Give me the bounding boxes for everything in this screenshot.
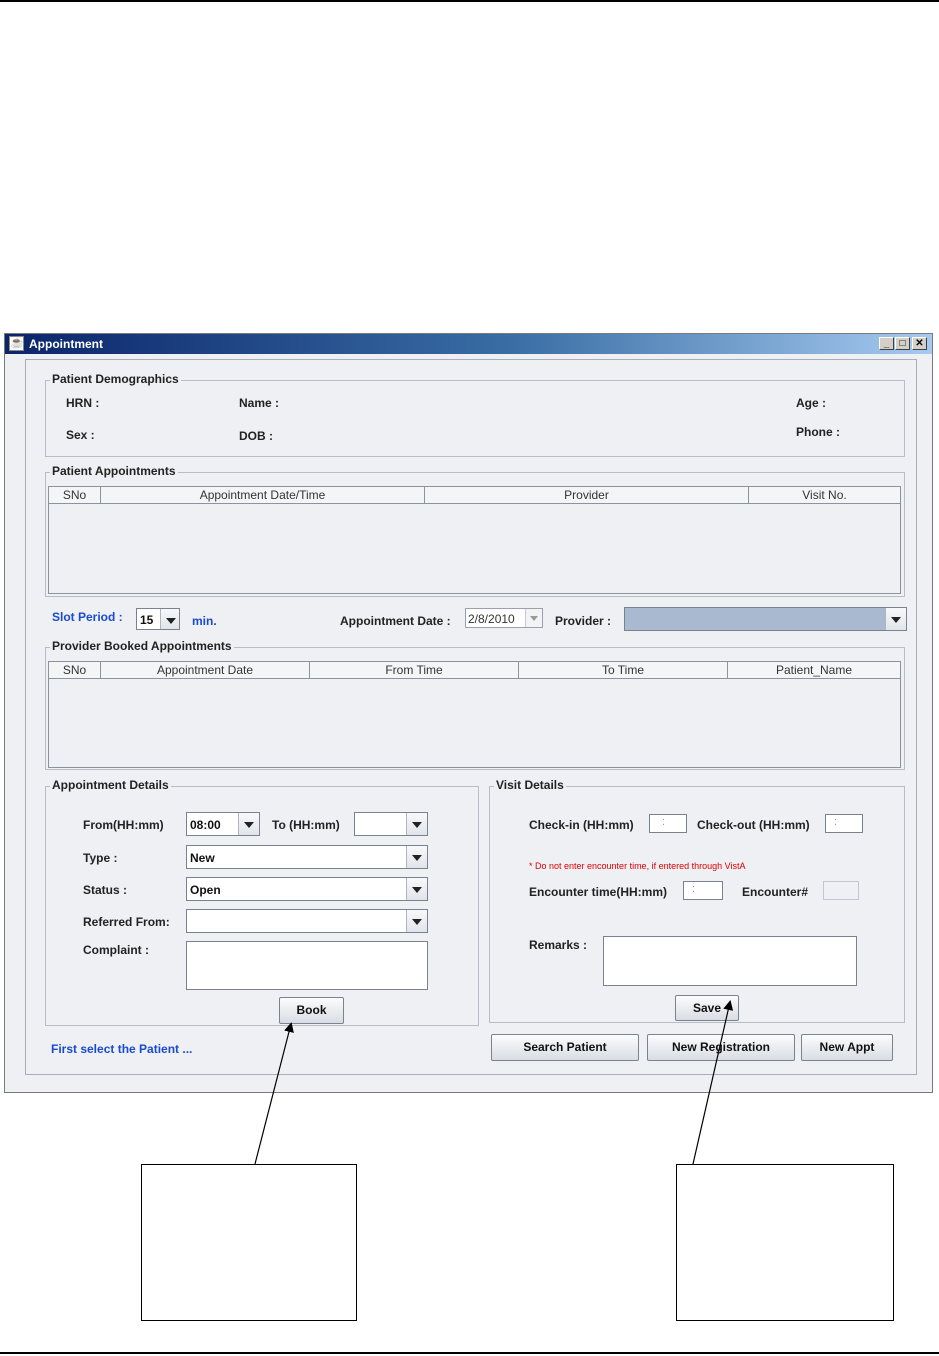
- callout-arrows: [254, 1000, 734, 1165]
- save-arrow: [692, 1000, 734, 1165]
- book-arrow: [254, 1022, 294, 1165]
- bottom-rule: [0, 1352, 939, 1354]
